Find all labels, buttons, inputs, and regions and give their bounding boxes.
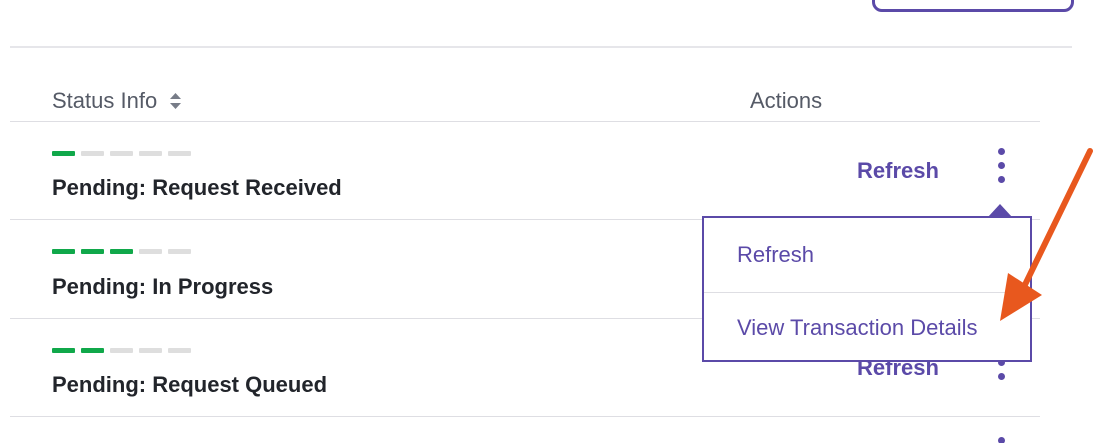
sort-icon[interactable] <box>169 92 182 110</box>
progress-segment <box>139 348 162 353</box>
status-text: Pending: Request Received <box>52 175 342 200</box>
progress-segment <box>168 151 191 156</box>
progress-indicator <box>52 249 191 254</box>
refresh-button[interactable]: Refresh <box>857 158 939 184</box>
column-header-status[interactable]: Status Info <box>52 88 182 114</box>
progress-segment <box>81 249 104 254</box>
menu-item-refresh[interactable]: Refresh <box>704 220 1030 290</box>
column-header-actions: Actions <box>750 88 823 113</box>
progress-segment <box>52 249 75 254</box>
actions-dropdown-menu: Refresh View Transaction Details <box>702 216 1032 362</box>
progress-segment <box>110 151 133 156</box>
progress-segment <box>110 249 133 254</box>
progress-segment <box>52 348 75 353</box>
progress-segment <box>81 151 104 156</box>
transactions-panel: Status Info Actions Pending: Request Rec… <box>0 0 1097 443</box>
progress-segment <box>139 249 162 254</box>
progress-segment <box>81 348 104 353</box>
more-vertical-icon[interactable] <box>995 437 1007 443</box>
status-text: Pending: Request Queued <box>52 372 328 397</box>
row-divider <box>10 416 1040 417</box>
top-action-button[interactable] <box>872 0 1074 12</box>
status-text: Pending: In Progress <box>52 274 274 299</box>
more-vertical-icon[interactable] <box>995 148 1007 183</box>
progress-indicator <box>52 348 191 353</box>
progress-segment <box>139 151 162 156</box>
progress-segment <box>52 151 75 156</box>
progress-segment <box>168 249 191 254</box>
column-header-status-label: Status Info <box>52 88 158 113</box>
progress-segment <box>110 348 133 353</box>
section-divider <box>10 46 1072 48</box>
header-divider <box>10 121 1040 122</box>
menu-item-view-transaction-details[interactable]: View Transaction Details <box>704 292 1030 362</box>
progress-segment <box>168 348 191 353</box>
progress-indicator <box>52 151 191 156</box>
